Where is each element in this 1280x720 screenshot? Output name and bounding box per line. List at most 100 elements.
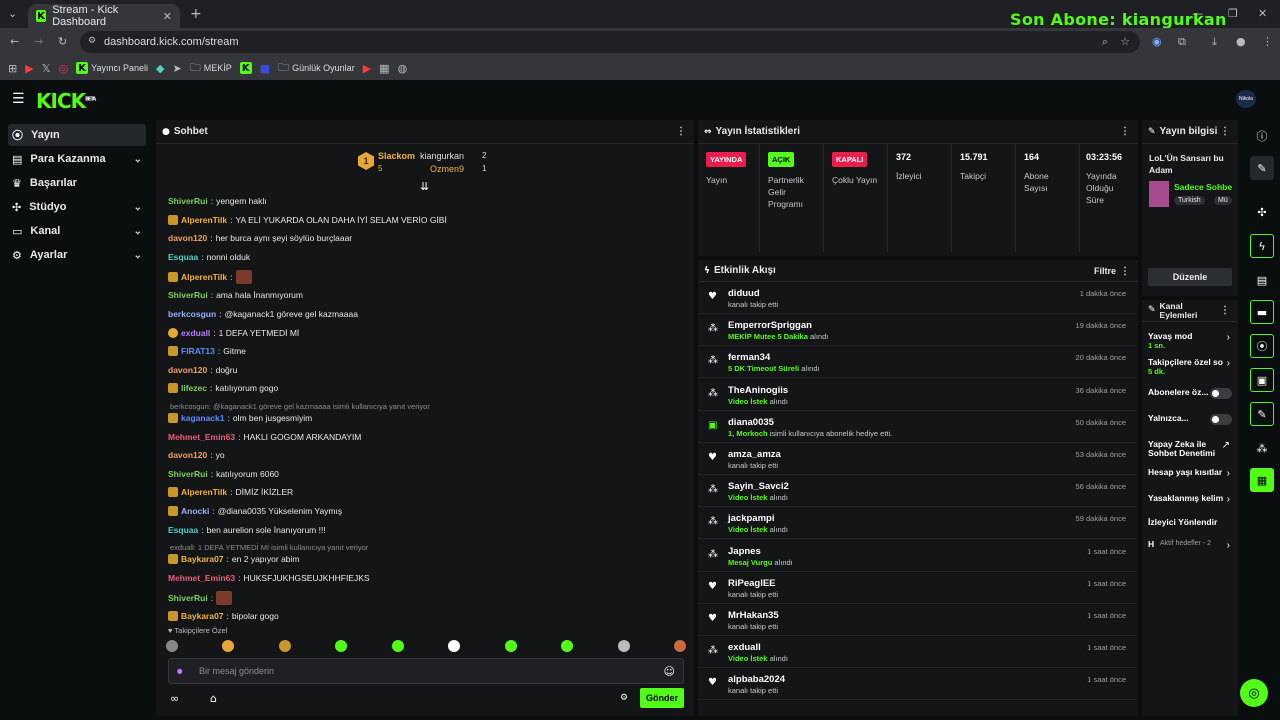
new-tab-icon[interactable]: +	[190, 6, 202, 22]
kick-points-icon[interactable]: ∞	[170, 692, 179, 705]
activity-username[interactable]: jackpampi	[728, 513, 774, 524]
activity-username[interactable]: Sayin_Savci2	[728, 481, 789, 492]
forward-icon[interactable]: →	[34, 35, 43, 48]
activity-item[interactable]: ⁂ EmperrorSpriggan MEKİP Mutee 5 Dakika al…	[698, 314, 1136, 347]
chat-username[interactable]: FIRAT13	[181, 346, 215, 356]
activity-item[interactable]: ⁂ ferman34 5 DK Timeout Süreli alındı 20 da…	[698, 346, 1136, 379]
restore-icon[interactable]: ❐	[1228, 7, 1238, 20]
channel-action-item[interactable]: Yavaş mod 1 sn.	[1148, 332, 1236, 350]
reply-context[interactable]: berkcosgun: @kaganack1 göreve gel kazmaa…	[170, 402, 430, 411]
clapper-rail-icon[interactable]: ▦	[1250, 468, 1274, 492]
info-icon[interactable]: ⓘ	[1250, 124, 1274, 148]
sidebar-item-ayarlar[interactable]: ⚙ Ayarlar ⌄	[8, 244, 146, 266]
emote-icon[interactable]	[222, 640, 235, 652]
bookmark-gunluk-oyunlar[interactable]: 🗀 Günlük Oyunlar	[278, 59, 355, 78]
stream-info-menu-icon[interactable]: ⋮	[1220, 126, 1230, 137]
chevron-right-icon[interactable]: ›	[1227, 358, 1230, 369]
chevron-right-icon[interactable]: ›	[1227, 540, 1230, 551]
emoji-icon[interactable]: ☺	[664, 665, 675, 678]
layout-rail-icon[interactable]: ▣	[1250, 368, 1274, 392]
activity-item[interactable]: ♥ RiPeaglEE kanalı takip etti 1 saat önce	[698, 572, 1136, 604]
filter-button[interactable]: Filtre	[1094, 266, 1116, 276]
chevron-right-icon[interactable]: ›	[1227, 332, 1230, 343]
external-link-icon[interactable]: ↗	[1222, 440, 1230, 451]
chat-username[interactable]: ShiverRui	[168, 469, 208, 479]
expand-leaderboard-icon[interactable]: ⇊	[420, 180, 429, 193]
microphone-icon[interactable]: ⏺	[177, 665, 183, 679]
edit-pencil-icon[interactable]: ✎	[1250, 156, 1274, 180]
channel-action-toggle[interactable]	[1210, 414, 1232, 425]
site-info-icon[interactable]: ⚙	[88, 36, 96, 46]
activity-username[interactable]: ferman34	[728, 352, 770, 363]
chat-username[interactable]: ShiverRui	[168, 593, 208, 603]
activity-username[interactable]: TheAninogiis	[728, 385, 788, 396]
image-icon[interactable]: ▦	[379, 62, 389, 75]
chat-settings-icon[interactable]: ⚙	[620, 693, 628, 703]
activity-item[interactable]: ⁂ Japnes Mesaj Vurgu alındı 1 saat önce	[698, 540, 1136, 572]
download-icon[interactable]: ⤓	[1212, 35, 1217, 49]
sidebar-item-para-kazanma[interactable]: ▤ Para Kazanma ⌄	[8, 148, 146, 170]
sidebar-item-studyo[interactable]: ✣ Stüdyo ⌄	[8, 196, 146, 218]
channel-action-item[interactable]: İzleyici Yönlendir	[1148, 518, 1236, 527]
emote-icon[interactable]	[278, 640, 291, 652]
avatar[interactable]: Nikola	[1236, 90, 1256, 108]
activity-menu-icon[interactable]: ⋮	[1120, 266, 1130, 277]
bookmark-yayinci-paneli[interactable]: K Yayıncı Paneli	[76, 62, 148, 74]
chat-username[interactable]: davon120	[168, 365, 207, 375]
chat-username[interactable]: lifezec	[181, 383, 207, 393]
sidebar-item-basarilar[interactable]: ♛ Başarılar	[8, 172, 146, 194]
activity-username[interactable]: MrHakan35	[728, 610, 779, 621]
activity-item[interactable]: ⁂ Sayin_Savci2 Video İstek alındı 56 dakika…	[698, 475, 1136, 508]
activity-username[interactable]: alpbaba2024	[728, 674, 785, 685]
activity-item[interactable]: ⁂ jackpampi Video İstek alındı 59 dakika ön…	[698, 507, 1136, 540]
chat-username[interactable]: AlperenTilk	[181, 215, 227, 225]
tab-search-icon[interactable]: ⌄	[8, 7, 17, 20]
chat-username[interactable]: davon120	[168, 233, 207, 243]
send-button[interactable]: Gönder	[640, 688, 684, 708]
emote-icon[interactable]	[673, 640, 686, 652]
chat-username[interactable]: berkcosgun	[168, 309, 216, 319]
emote-icon[interactable]	[391, 640, 404, 652]
youtube-icon-2[interactable]: ▶	[363, 62, 371, 75]
sidebar-item-kanal[interactable]: ▭ Kanal ⌄	[8, 220, 146, 242]
globe-icon[interactable]: ◍	[398, 62, 408, 75]
wrench-rail-icon[interactable]: ✎	[1250, 402, 1274, 426]
chat-username[interactable]: ShiverRui	[168, 290, 208, 300]
chevron-right-icon[interactable]: ›	[1227, 468, 1230, 479]
extension-icon[interactable]: ◉	[1152, 35, 1162, 48]
back-icon[interactable]: ←	[10, 35, 19, 48]
bookmark-star-icon[interactable]: ☆	[1120, 35, 1130, 48]
chat-input[interactable]: ⏺ Bir mesaj gönderin ☺	[168, 658, 684, 684]
url-field[interactable]: ⚙ dashboard.kick.com/stream ⌕ ☆	[80, 31, 1140, 53]
points-rail-icon[interactable]: ⁂	[1250, 436, 1274, 460]
instagram-icon[interactable]: ◎	[59, 62, 69, 75]
chat-username[interactable]: Esquaa	[168, 252, 198, 262]
edit-button[interactable]: Düzenle	[1148, 268, 1232, 286]
activity-item[interactable]: ♥ diduud kanalı takip etti 1 dakika önce	[698, 282, 1136, 314]
activity-item[interactable]: ⁂ TheAninogiis Video İstek alındı 36 dakika…	[698, 379, 1136, 411]
chat-username[interactable]: Baykara07	[181, 611, 224, 621]
activity-item[interactable]: ⁂ exduall Video İstek alındı 1 saat önce	[698, 636, 1136, 669]
emote-icon[interactable]	[166, 640, 178, 652]
chat-username[interactable]: Mehmet_Emin63	[168, 432, 235, 442]
bookmark-app-icon[interactable]: ◆	[156, 62, 164, 75]
extensions-puzzle-icon[interactable]: ⧉	[1178, 35, 1186, 49]
emote-icon[interactable]	[561, 640, 574, 652]
bookmark-mekip[interactable]: 🗀 MEKİP	[190, 59, 232, 78]
apps-grid-icon[interactable]: ⊞	[8, 62, 17, 75]
chat-username[interactable]: exduall	[181, 328, 210, 338]
channel-action-item[interactable]: H Aktif hedefler - 2	[1148, 540, 1236, 549]
channel-action-item[interactable]: Yasaklanmış kelim	[1148, 494, 1236, 503]
chat-username[interactable]: Esquaa	[168, 525, 198, 535]
close-window-icon[interactable]: ✕	[1258, 7, 1267, 20]
broadcast-rail-icon[interactable]: ⦿	[1250, 334, 1274, 358]
activity-username[interactable]: Japnes	[728, 546, 761, 557]
profile-icon[interactable]: ●	[1236, 35, 1246, 48]
emote-icon[interactable]	[335, 640, 348, 652]
x-icon[interactable]: 𝕏	[42, 62, 51, 75]
channel-action-item[interactable]: Hesap yaşı kısıtlar	[1148, 468, 1236, 477]
chat-username[interactable]: AlperenTilk	[181, 487, 227, 497]
support-chat-icon[interactable]: ◎	[1240, 679, 1268, 707]
reload-icon[interactable]: ↻	[58, 35, 67, 48]
chat-username[interactable]: Mehmet_Emin63	[168, 573, 235, 583]
